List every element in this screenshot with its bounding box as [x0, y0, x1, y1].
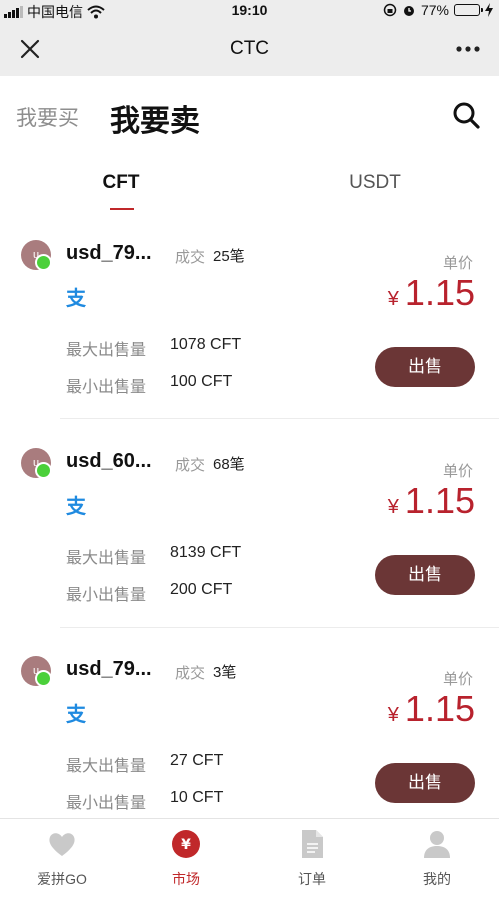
order-document-icon — [302, 830, 323, 858]
currency-symbol: ¥ — [387, 496, 399, 518]
online-status-dot — [35, 462, 52, 479]
listing-item: u usd_79... 成交 25笔 支 单价 ¥1.15 最大出售量 1078… — [0, 240, 499, 448]
sell-tab[interactable]: 我要卖 — [110, 96, 200, 140]
alipay-icon: 支 — [66, 702, 87, 726]
battery-percent: 77% — [420, 2, 449, 18]
battery-icon — [454, 4, 483, 16]
more-icon[interactable] — [453, 36, 483, 62]
deal-label: 成交 — [175, 665, 206, 682]
seller-username: usd_79... — [66, 242, 152, 264]
tab-orders[interactable]: 订单 — [250, 819, 374, 898]
alarm-icon — [403, 6, 414, 16]
mode-bar: 我要买 我要卖 — [0, 76, 499, 156]
profile-icon — [424, 831, 450, 858]
deal-count: 25笔 — [213, 248, 245, 265]
svg-text:支: 支 — [66, 702, 87, 726]
sell-button[interactable]: 出售 — [375, 763, 475, 803]
price-value: 1.15 — [404, 480, 475, 521]
deal-label: 成交 — [175, 457, 206, 474]
currency-symbol: ¥ — [387, 288, 399, 310]
unit-price: ¥1.15 — [388, 480, 475, 522]
tab-aipin-go[interactable]: 爱拼GO — [0, 819, 124, 898]
max-sell-label: 最大出售量 — [66, 758, 147, 775]
unit-price: ¥1.15 — [388, 272, 475, 314]
listing-item: u usd_60... 成交 68笔 支 单价 ¥1.15 最大出售量 8139… — [0, 448, 499, 656]
active-tab-indicator — [110, 208, 134, 210]
deal-label: 成交 — [175, 249, 206, 266]
min-sell-label: 最小出售量 — [66, 379, 147, 396]
tab-label: 我的 — [423, 871, 451, 887]
min-sell-label: 最小出售量 — [66, 795, 147, 812]
bottom-tab-bar: 爱拼GO ¥ 市场 订单 我的 — [0, 818, 499, 898]
page-title: CTC — [229, 38, 270, 59]
alipay-icon: 支 — [66, 286, 87, 310]
unit-price: ¥1.15 — [388, 688, 475, 730]
online-status-dot — [35, 254, 52, 271]
charging-icon — [485, 3, 493, 17]
status-right: 77% — [383, 2, 493, 18]
max-sell-value: 8139 CFT — [170, 544, 242, 561]
min-sell-value: 200 CFT — [170, 581, 233, 598]
divider — [60, 627, 499, 628]
tab-cft[interactable]: CFT — [46, 172, 196, 194]
buy-tab[interactable]: 我要买 — [16, 102, 79, 132]
seller-username: usd_79... — [66, 658, 152, 680]
deal-count: 68笔 — [213, 456, 245, 473]
svg-text:支: 支 — [66, 286, 87, 310]
tab-market[interactable]: ¥ 市场 — [124, 819, 248, 898]
seller-username: usd_60... — [66, 450, 152, 472]
deal-count: 3笔 — [213, 664, 237, 681]
price-value: 1.15 — [404, 688, 475, 729]
coin-tabs: CFT USDT — [0, 160, 499, 216]
search-icon[interactable] — [451, 100, 481, 130]
market-icon-glyph: ¥ — [181, 837, 191, 853]
min-sell-value: 10 CFT — [170, 789, 224, 806]
tab-label: 市场 — [172, 871, 200, 887]
market-yen-icon: ¥ — [172, 830, 200, 858]
unit-price-label: 单价 — [442, 255, 473, 272]
rotation-lock-icon — [383, 3, 397, 17]
max-sell-label: 最大出售量 — [66, 342, 147, 359]
max-sell-value: 1078 CFT — [170, 336, 242, 353]
tab-label: 订单 — [298, 871, 326, 887]
sell-button[interactable]: 出售 — [375, 555, 475, 595]
alipay-icon: 支 — [66, 494, 87, 518]
sell-button[interactable]: 出售 — [375, 347, 475, 387]
status-bar: 中国电信 19:10 77% — [0, 0, 499, 22]
divider — [60, 418, 499, 419]
price-value: 1.15 — [404, 272, 475, 313]
tab-profile[interactable]: 我的 — [375, 819, 499, 898]
nav-bar: CTC — [0, 22, 499, 76]
unit-price-label: 单价 — [442, 463, 473, 480]
online-status-dot — [35, 670, 52, 687]
tab-usdt[interactable]: USDT — [300, 172, 450, 194]
tab-label: 爱拼GO — [37, 871, 87, 887]
svg-text:支: 支 — [66, 494, 87, 518]
unit-price-label: 单价 — [442, 671, 473, 688]
max-sell-label: 最大出售量 — [66, 550, 147, 567]
min-sell-label: 最小出售量 — [66, 587, 147, 604]
currency-symbol: ¥ — [387, 704, 399, 726]
heart-icon — [49, 833, 75, 856]
min-sell-value: 100 CFT — [170, 373, 233, 390]
max-sell-value: 27 CFT — [170, 752, 224, 769]
